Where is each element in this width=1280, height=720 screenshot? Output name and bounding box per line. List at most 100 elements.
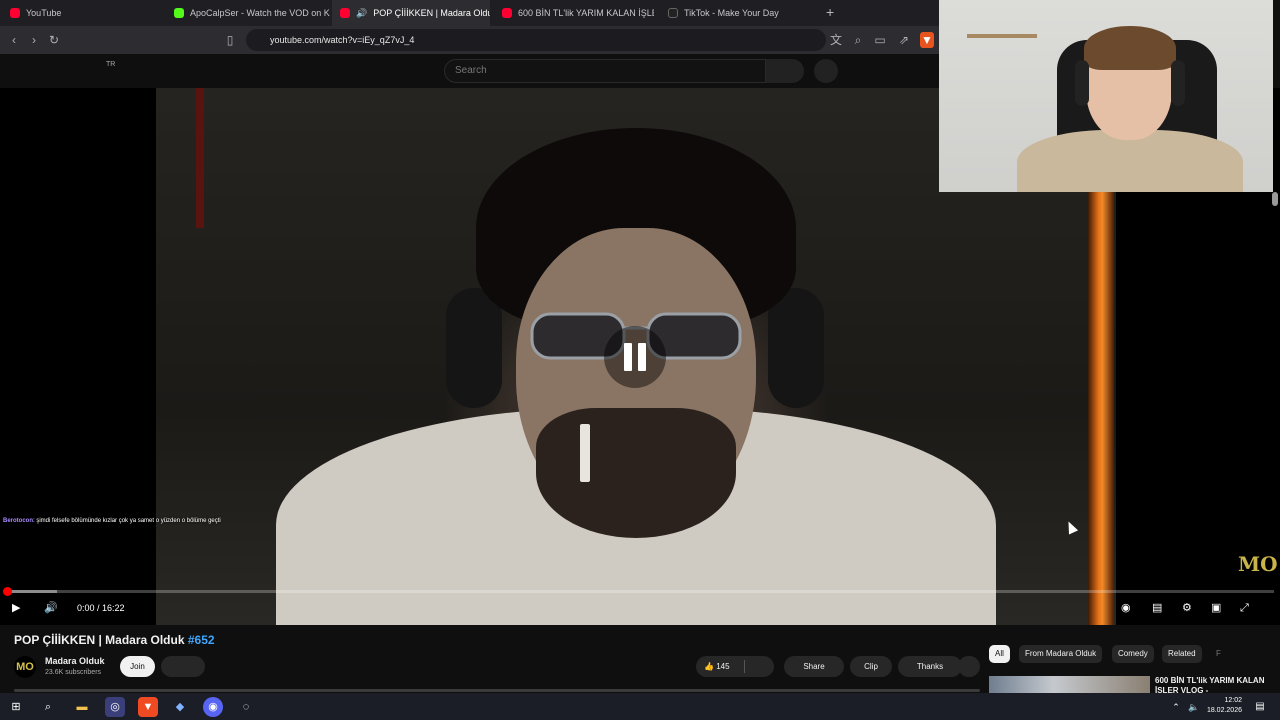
speaker-icon: 🔊 [356,7,368,18]
address-bar[interactable]: youtube.com/watch?v=iEy_qZ7vJ_4 [246,29,826,51]
tab-label: ApoCalpSer - Watch the VOD on Kick [190,8,330,18]
zoom-icon[interactable]: ⌕ [850,32,866,48]
video-subject-headset [768,288,824,408]
webcam-headphones [1075,60,1089,106]
chat-message: : şimdi felsefe bölümünde kızlar çok ya … [33,518,221,524]
chip-from-channel[interactable]: From Madara Olduk [1019,645,1103,663]
system-clock[interactable]: 12:02 18.02.2026 [1207,696,1242,716]
video-title: POP ÇİİİKKEN | Madara Olduk #652 [14,633,215,647]
notifications-icon[interactable]: ▤ [1250,697,1270,717]
url-text: youtube.com/watch?v=iEy_qZ7vJ_4 [270,35,415,45]
captions-icon[interactable]: ▤ [1152,600,1162,616]
kick-favicon-icon [174,8,184,18]
video-title-text: POP ÇİİİKKEN | Madara Olduk [14,633,185,647]
obs-icon[interactable]: ◎ [105,697,125,717]
youtube-favicon-icon [340,8,350,18]
forward-icon[interactable]: › [26,32,42,48]
webcam-headphones [1171,60,1185,106]
tab-label: TikTok - Make Your Day [684,8,779,18]
webcam-overlay [939,0,1273,192]
clip-button[interactable]: Clip [850,656,892,677]
subscriber-count: 23.6K subscribers [45,669,102,676]
time-display: 0:00 / 16:22 [77,603,125,613]
thanks-button[interactable]: Thanks [898,656,962,677]
video-subject-cigarette [580,424,590,482]
webcam-hair [1084,26,1176,70]
progress-bar[interactable] [3,587,1274,596]
tab-tiktok[interactable]: TikTok - Make Your Day [660,0,820,26]
background-red-light [196,88,204,228]
video-subject-beard [536,408,736,538]
mic-icon[interactable] [814,59,838,83]
brave-shield-icon[interactable]: ▼ [920,32,934,48]
autoplay-toggle-icon[interactable]: ◉ [1121,600,1131,616]
translate-icon[interactable]: 文 [828,32,844,48]
webcam-shelf [967,34,1037,38]
subscribe-button[interactable] [161,656,205,677]
tab-active-video[interactable]: 🔊 POP ÇİİİKKEN | Madara Olduk × [332,0,490,26]
progress-scrubber[interactable] [3,587,12,596]
horizontal-scrollbar[interactable] [14,689,980,692]
like-count: 145 [716,662,730,671]
chip-related[interactable]: Related [1162,645,1202,663]
discord-icon[interactable]: ◉ [203,697,223,717]
like-button[interactable]: 👍 145 [696,656,774,677]
chip-all[interactable]: All [989,645,1010,663]
tab-label: YouTube [26,8,62,18]
settings-icon[interactable]: ⚙ [1182,600,1192,616]
chat-username: Berotocon [3,518,33,524]
browser-toolbar: ‹ › ↻ ▯ youtube.com/watch?v=iEy_qZ7vJ_4 … [0,26,940,54]
network-app-icon[interactable]: ◆ [170,697,190,717]
youtube-header: TR Search [0,54,940,88]
file-explorer-icon[interactable]: ▬ [72,697,92,717]
reload-icon[interactable]: ↻ [46,32,62,48]
windows-start-icon[interactable]: ⊞ [6,697,26,717]
like-divider [744,660,745,673]
volume-icon[interactable]: 🔊 [44,600,58,616]
tab-youtube[interactable]: YouTube [2,0,162,26]
tray-chevron-icon[interactable]: ⌃ [1166,697,1186,717]
windows-taskbar: ⊞ ⌕ ▬ ◎ ▼ ◆ ◉ ◌ ⌃ 🔈 12:02 18.02.2026 ▤ [0,693,1280,720]
channel-watermark[interactable]: MO [1238,552,1278,576]
tab-label: 600 BİN TL'lik YARIM KALAN İŞLER V [518,8,654,18]
back-icon[interactable]: ‹ [6,32,22,48]
chip-overflow[interactable]: F [1210,645,1227,663]
browser-tab-strip: YouTube ApoCalpSer - Watch the VOD on Ki… [0,0,940,26]
play-icon[interactable]: ▶︎ [12,600,20,616]
background-orange-light [1088,192,1114,625]
video-subject-headset [446,288,502,408]
tray-volume-icon[interactable]: 🔈 [1184,697,1204,717]
app-icon[interactable]: ◌ [236,697,256,717]
tiktok-favicon-icon [668,8,678,18]
miniplayer-icon[interactable]: ▣ [1211,600,1221,616]
search-input[interactable]: Search [444,59,766,83]
search-placeholder: Search [455,65,487,76]
join-button[interactable]: Join [120,656,155,677]
page-scrollbar[interactable] [1272,192,1278,206]
country-code: TR [106,61,116,68]
more-actions-button[interactable] [958,656,980,677]
search-icon[interactable]: ⌕ [38,697,58,717]
share-icon[interactable]: ⇗ [896,32,912,48]
youtube-favicon-icon [502,8,512,18]
channel-avatar[interactable]: MO [14,656,36,678]
bookmark-icon[interactable]: ▯ [222,32,238,48]
video-hashtag[interactable]: #652 [188,633,215,647]
clock-date: 18.02.2026 [1206,707,1242,714]
tab-label: POP ÇİİİKKEN | Madara Olduk [373,8,490,18]
new-tab-button[interactable]: + [826,4,834,20]
cast-icon[interactable]: ▭ [872,32,888,48]
brave-browser-icon[interactable]: ▼ [138,697,158,717]
share-button[interactable]: Share [784,656,844,677]
chip-comedy[interactable]: Comedy [1112,645,1154,663]
tab-vlog[interactable]: 600 BİN TL'lik YARIM KALAN İŞLER V [494,0,654,26]
pause-overlay-icon[interactable] [604,326,666,388]
fullscreen-icon[interactable]: ⤢ [1240,600,1249,616]
youtube-favicon-icon [10,8,20,18]
channel-name[interactable]: Madara Olduk [45,656,105,666]
chat-overlay-line: Berotocon: şimdi felsefe bölümünde kızla… [3,518,221,524]
progress-buffer [6,590,57,593]
thumbs-up-icon: 👍 [704,662,714,671]
tab-kick[interactable]: ApoCalpSer - Watch the VOD on Kick [166,0,330,26]
search-button[interactable] [766,59,804,83]
